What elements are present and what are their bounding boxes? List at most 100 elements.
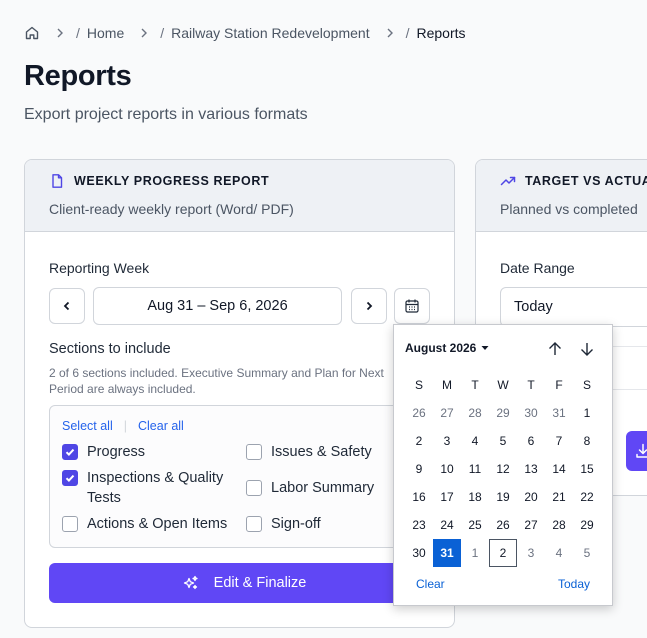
calendar-day[interactable]: 1: [573, 399, 601, 427]
checkbox-unchecked[interactable]: [246, 516, 262, 532]
calendar-day[interactable]: 4: [545, 539, 573, 567]
weekly-progress-card: WEEKLY PROGRESS REPORT Client-ready week…: [24, 159, 455, 628]
calendar-day[interactable]: 5: [573, 539, 601, 567]
calendar-day[interactable]: 29: [573, 511, 601, 539]
download-button[interactable]: [626, 431, 647, 471]
section-checkbox-labor[interactable]: Labor Summary: [246, 478, 374, 498]
card-header: TARGET VS ACTUAL Planned vs completed: [476, 160, 647, 232]
week-display[interactable]: Aug 31 – Sep 6, 2026: [93, 287, 342, 325]
calendar-clear-button[interactable]: Clear: [416, 577, 445, 591]
section-checkbox-inspections[interactable]: Inspections & Quality Tests: [62, 468, 223, 508]
calendar-day[interactable]: 26: [405, 399, 433, 427]
checkbox-checked[interactable]: [62, 470, 78, 486]
calendar-day[interactable]: 19: [489, 483, 517, 511]
document-icon: [49, 173, 65, 189]
checkbox-checked[interactable]: [62, 444, 78, 460]
chevron-right-icon: [52, 25, 68, 41]
week-row: 2 3 4 5 6 7 8: [405, 427, 601, 455]
calendar-day[interactable]: 4: [461, 427, 489, 455]
date-range-select[interactable]: Today: [500, 287, 647, 327]
calendar-day[interactable]: 5: [489, 427, 517, 455]
sections-label: Sections to include: [49, 341, 171, 357]
previous-week-button[interactable]: [49, 288, 85, 324]
weekday-label: T: [527, 378, 535, 392]
breadcrumb-current: Reports: [416, 25, 466, 41]
week-row: 9 10 11 12 13 14 15: [405, 455, 601, 483]
calendar-day[interactable]: 16: [405, 483, 433, 511]
next-week-button[interactable]: [351, 288, 387, 324]
calendar-day[interactable]: 3: [517, 539, 545, 567]
calendar-day[interactable]: 10: [433, 455, 461, 483]
calendar-day[interactable]: 12: [489, 455, 517, 483]
weekday-label: S: [414, 378, 423, 392]
calendar-day[interactable]: 27: [433, 399, 461, 427]
calendar-icon: [405, 299, 419, 313]
calendar-day[interactable]: 3: [433, 427, 461, 455]
checkbox-unchecked[interactable]: [62, 516, 78, 532]
calendar-day[interactable]: 28: [461, 399, 489, 427]
calendar-popup: August 2026 S M T W T F S 26 27 28 29 30…: [393, 324, 613, 606]
calendar-grid: S M T W T F S 26 27 28 29 30 31 1 2 3 4 …: [405, 371, 601, 567]
checkbox-unchecked[interactable]: [246, 444, 262, 460]
card-description: Planned vs completed: [500, 201, 638, 217]
calendar-day[interactable]: 13: [517, 455, 545, 483]
arrow-down-icon: [581, 343, 593, 356]
edit-finalize-button[interactable]: Edit & Finalize: [49, 563, 439, 603]
section-checkbox-signoff[interactable]: Sign-off: [246, 514, 321, 534]
card-title: WEEKLY PROGRESS REPORT: [74, 174, 270, 188]
section-checkbox-issues[interactable]: Issues & Safety: [246, 442, 372, 462]
calendar-day[interactable]: 15: [573, 455, 601, 483]
calendar-day-today[interactable]: 2: [489, 539, 517, 567]
calendar-day[interactable]: 30: [517, 399, 545, 427]
calendar-today-button[interactable]: Today: [558, 577, 590, 591]
chevron-right-icon: [382, 25, 398, 41]
next-month-button[interactable]: [576, 338, 598, 360]
weekday-label: T: [471, 378, 479, 392]
calendar-day[interactable]: 22: [573, 483, 601, 511]
calendar-day[interactable]: 18: [461, 483, 489, 511]
reporting-week-label: Reporting Week: [49, 260, 150, 276]
calendar-day[interactable]: 29: [489, 399, 517, 427]
calendar-day[interactable]: 27: [517, 511, 545, 539]
calendar-day[interactable]: 20: [517, 483, 545, 511]
home-icon[interactable]: [24, 25, 40, 41]
month-selector[interactable]: August 2026: [405, 341, 489, 355]
calendar-day[interactable]: 8: [573, 427, 601, 455]
calendar-day[interactable]: 14: [545, 455, 573, 483]
calendar-day[interactable]: 2: [405, 427, 433, 455]
sections-note: 2 of 6 sections included. Executive Summ…: [49, 366, 384, 396]
calendar-day[interactable]: 30: [405, 539, 433, 567]
calendar-day[interactable]: 1: [461, 539, 489, 567]
check-icon: [65, 448, 75, 457]
calendar-button[interactable]: [394, 288, 430, 324]
calendar-day[interactable]: 26: [489, 511, 517, 539]
card-header: WEEKLY PROGRESS REPORT Client-ready week…: [25, 160, 454, 232]
calendar-day[interactable]: 31: [545, 399, 573, 427]
calendar-day-selected[interactable]: 31: [433, 539, 461, 567]
calendar-day[interactable]: 28: [545, 511, 573, 539]
week-row: 16 17 18 19 20 21 22: [405, 483, 601, 511]
calendar-day[interactable]: 6: [517, 427, 545, 455]
section-checkbox-progress[interactable]: Progress: [62, 442, 145, 462]
clear-all-link[interactable]: Clear all: [138, 419, 184, 433]
chevron-right-icon: [366, 301, 373, 311]
select-all-link[interactable]: Select all: [62, 419, 113, 433]
calendar-day[interactable]: 21: [545, 483, 573, 511]
section-checkbox-actions[interactable]: Actions & Open Items: [62, 514, 227, 534]
calendar-day[interactable]: 11: [461, 455, 489, 483]
calendar-day[interactable]: 7: [545, 427, 573, 455]
calendar-day[interactable]: 24: [433, 511, 461, 539]
calendar-day[interactable]: 25: [461, 511, 489, 539]
previous-month-button[interactable]: [544, 338, 566, 360]
page-title: Reports: [24, 60, 132, 92]
calendar-day[interactable]: 9: [405, 455, 433, 483]
week-row: 30 31 1 2 3 4 5: [405, 539, 601, 567]
breadcrumb-home[interactable]: Home: [87, 25, 124, 41]
breadcrumb-project[interactable]: Railway Station Redevelopment: [171, 25, 369, 41]
breadcrumb: / Home / Railway Station Redevelopment /…: [24, 24, 466, 42]
calendar-day[interactable]: 23: [405, 511, 433, 539]
calendar-day[interactable]: 17: [433, 483, 461, 511]
card-title: TARGET VS ACTUAL: [525, 174, 647, 188]
checkbox-unchecked[interactable]: [246, 480, 262, 496]
trending-up-icon: [500, 173, 516, 189]
